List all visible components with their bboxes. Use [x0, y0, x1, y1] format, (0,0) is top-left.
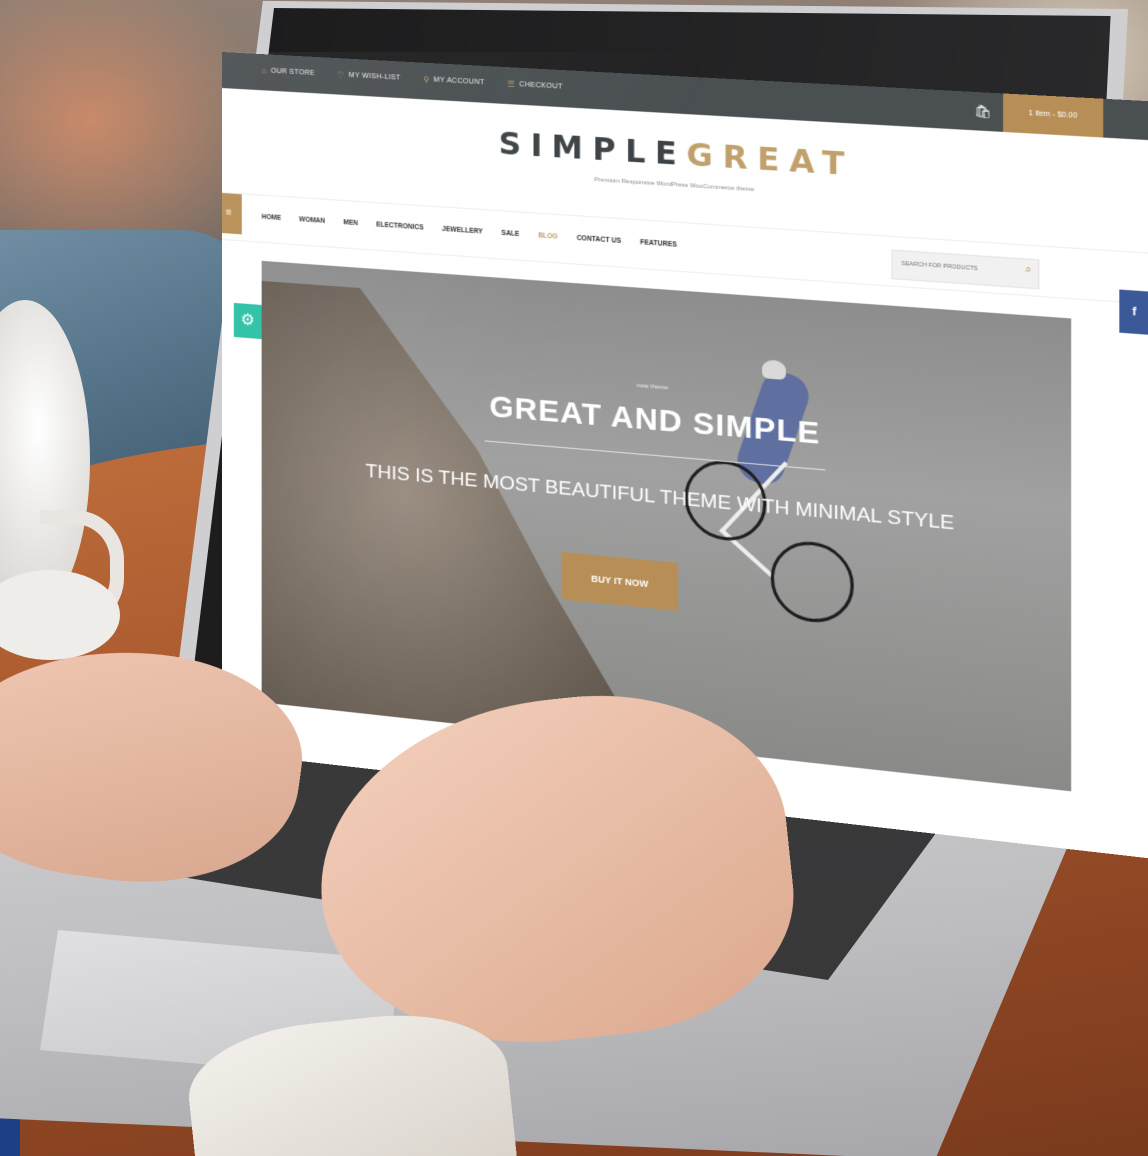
store-icon: ⌂	[262, 66, 267, 75]
bike-rear-wheel	[771, 538, 854, 626]
menu-toggle-icon[interactable]: ≡	[222, 193, 242, 235]
nav-item-blog[interactable]: BLOG	[538, 232, 558, 241]
nav-items: HOME WOMAN MEN ELECTRONICS JEWELLERY SAL…	[262, 214, 677, 249]
topbar-link-label: MY WISH-LIST	[349, 72, 401, 82]
buy-it-now-button[interactable]: BUY IT NOW	[562, 552, 678, 611]
topbar-links: ⌂ OUR STORE ♡ MY WISH-LIST ⚲ MY ACCOUNT …	[262, 66, 563, 92]
rider-helmet	[762, 359, 786, 380]
topbar-link-label: CHECKOUT	[519, 81, 563, 91]
nav-item-contact-us[interactable]: CONTACT US	[577, 235, 621, 245]
facebook-icon[interactable]: f	[1119, 290, 1148, 335]
user-icon: ⚲	[423, 75, 429, 85]
checkout-icon: ☰	[507, 79, 515, 89]
logo-part-simple: SIMPLE	[499, 126, 687, 173]
cart-summary-button[interactable]: 1 item - $0.00	[1003, 93, 1103, 137]
nav-item-sale[interactable]: SALE	[501, 230, 519, 238]
logo-part-great: GREAT	[686, 137, 854, 184]
topbar-link-label: MY ACCOUNT	[434, 76, 485, 86]
cart-icon[interactable]: 🛍	[972, 100, 994, 123]
nav-item-men[interactable]: MEN	[343, 219, 358, 227]
search-icon[interactable]: ⌕	[1025, 264, 1031, 276]
nav-item-home[interactable]: HOME	[262, 214, 281, 222]
heart-icon: ♡	[337, 70, 345, 80]
nav-item-woman[interactable]: WOMAN	[299, 216, 325, 225]
topbar-link-our-store[interactable]: ⌂ OUR STORE	[262, 66, 315, 78]
nav-item-jewellery[interactable]: JEWELLERY	[442, 226, 483, 236]
topbar-link-checkout[interactable]: ☰ CHECKOUT	[507, 79, 562, 91]
topbar-link-label: OUR STORE	[271, 68, 315, 77]
nav-item-electronics[interactable]: ELECTRONICS	[376, 221, 423, 231]
search-box[interactable]: ⌕	[891, 250, 1039, 290]
gear-icon[interactable]: ⚙	[234, 303, 262, 339]
search-input[interactable]	[899, 260, 1015, 276]
photo-scene: ⌂ OUR STORE ♡ MY WISH-LIST ⚲ MY ACCOUNT …	[0, 0, 1148, 1156]
topbar-link-account[interactable]: ⚲ MY ACCOUNT	[423, 75, 484, 88]
topbar-link-wishlist[interactable]: ♡ MY WISH-LIST	[337, 70, 401, 83]
nav-item-features[interactable]: FEATURES	[640, 239, 677, 249]
